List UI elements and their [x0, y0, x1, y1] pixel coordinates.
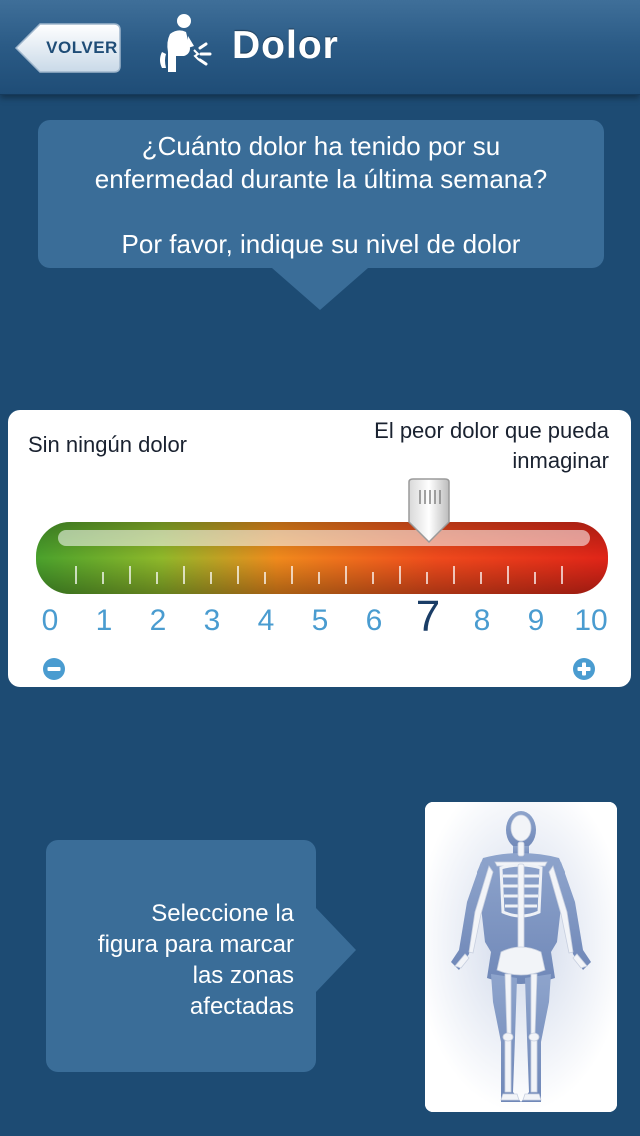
hint-line-1: Seleccione la — [151, 900, 294, 927]
minus-icon[interactable] — [42, 657, 66, 681]
question-bubble-tail — [272, 268, 368, 310]
question-line-3: Por favor, indique su nivel de dolor — [121, 229, 521, 259]
page-title: Dolor — [232, 24, 339, 67]
scale-max-label: El peor dolor que pueda inmaginar — [374, 418, 609, 473]
scale-number-1[interactable]: 1 — [84, 596, 124, 646]
hint-line-3: las zonas — [192, 962, 294, 989]
person-in-pain-icon — [154, 12, 220, 78]
scale-number-5[interactable]: 5 — [300, 596, 340, 646]
back-button[interactable]: VOLVER — [14, 22, 122, 74]
scale-number-8[interactable]: 8 — [462, 596, 502, 646]
question-text: ¿Cuánto dolor ha tenido por su enfermeda… — [38, 130, 604, 261]
question-line-1: ¿Cuánto dolor ha tenido por su — [141, 131, 501, 161]
hint-bubble-tail — [316, 908, 356, 992]
hint-line-4: afectadas — [189, 993, 294, 1020]
pain-screen: VOLVER Dolor ¿Cuánto dolor ha tenido por… — [0, 0, 640, 1136]
scale-number-6[interactable]: 6 — [354, 596, 394, 646]
scale-number-10[interactable]: 10 — [565, 596, 617, 646]
scale-number-9[interactable]: 9 — [516, 596, 556, 646]
body-figure-button[interactable] — [425, 802, 617, 1112]
hint-line-2: figura para marcar — [97, 931, 294, 958]
back-button-label: VOLVER — [46, 38, 118, 57]
header-bar: VOLVER Dolor — [0, 0, 640, 95]
slider-thumb[interactable] — [406, 478, 452, 544]
scale-number-4[interactable]: 4 — [246, 596, 286, 646]
scale-number-2[interactable]: 2 — [138, 596, 178, 646]
pain-scale-card: Sin ningún dolor El peor dolor que pueda… — [8, 410, 631, 687]
plus-icon[interactable] — [572, 657, 596, 681]
pain-slider-track[interactable] — [36, 520, 608, 596]
scale-number-0[interactable]: 0 — [30, 596, 70, 646]
scale-min-label: Sin ningún dolor — [28, 432, 188, 457]
skeleton-icon — [425, 802, 617, 1112]
question-bubble: ¿Cuánto dolor ha tenido por su enfermeda… — [38, 120, 604, 268]
hint-bubble: Seleccione la figura para marcar las zon… — [46, 840, 316, 1072]
scale-numbers: 0 1 2 3 4 5 6 7 8 9 10 — [8, 592, 631, 646]
question-line-2: enfermedad durante la última semana? — [94, 164, 548, 194]
scale-number-7-selected[interactable]: 7 — [408, 592, 448, 642]
hint-text: Seleccione la figura para marcar las zon… — [54, 898, 294, 1022]
scale-number-3[interactable]: 3 — [192, 596, 232, 646]
